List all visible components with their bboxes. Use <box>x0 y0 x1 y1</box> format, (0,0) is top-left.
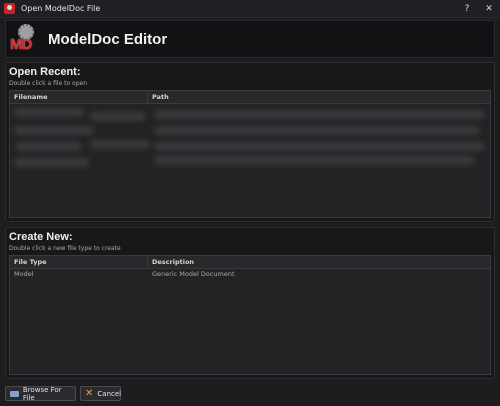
column-header-description[interactable]: Description <box>148 256 194 268</box>
recent-files-header: Filename Path <box>10 91 490 104</box>
help-button[interactable]: ? <box>456 0 478 17</box>
app-header: MD ModelDoc Editor <box>5 20 495 58</box>
open-recent-title: Open Recent: <box>9 66 81 78</box>
open-recent-subtitle: Double click a file to open <box>9 80 88 87</box>
cancel-button[interactable]: ✕ Cancel <box>80 386 121 401</box>
cancel-button-label: Cancel <box>97 389 122 398</box>
logo-text: MD <box>10 36 32 53</box>
recent-files-table[interactable]: Filename Path <box>9 90 491 218</box>
description-cell: Generic Model Document <box>152 270 235 278</box>
open-recent-panel: Open Recent: Double click a file to open… <box>5 62 495 222</box>
column-header-path[interactable]: Path <box>148 91 169 103</box>
recent-files-list-blurred <box>10 104 490 179</box>
file-types-header: File Type Description <box>10 256 490 269</box>
app-name: ModelDoc Editor <box>48 30 168 48</box>
folder-icon <box>10 390 19 397</box>
cancel-x-icon: ✕ <box>85 387 94 399</box>
close-button[interactable]: ✕ <box>478 0 500 17</box>
app-icon <box>4 3 15 14</box>
browse-for-file-button[interactable]: Browse For File <box>5 385 76 402</box>
dialog-footer: Browse For File ✕ Cancel <box>0 381 500 406</box>
browse-button-label: Browse For File <box>22 385 62 402</box>
window-titlebar: Open ModelDoc File ? ✕ <box>0 0 500 18</box>
create-new-subtitle: Double click a new file type to create <box>9 245 121 252</box>
column-header-file-type[interactable]: File Type <box>10 256 148 268</box>
window-title: Open ModelDoc File <box>21 4 101 13</box>
window-controls: ? ✕ <box>456 0 500 17</box>
file-types-table[interactable]: File Type Description Model Generic Mode… <box>9 255 491 375</box>
create-new-panel: Create New: Double click a new file type… <box>5 227 495 379</box>
table-row[interactable]: Model Generic Model Document <box>10 269 490 280</box>
create-new-title: Create New: <box>9 231 73 243</box>
column-header-filename[interactable]: Filename <box>10 91 148 103</box>
file-type-cell: Model <box>14 270 34 278</box>
modeldoc-logo-icon: MD <box>10 24 40 54</box>
